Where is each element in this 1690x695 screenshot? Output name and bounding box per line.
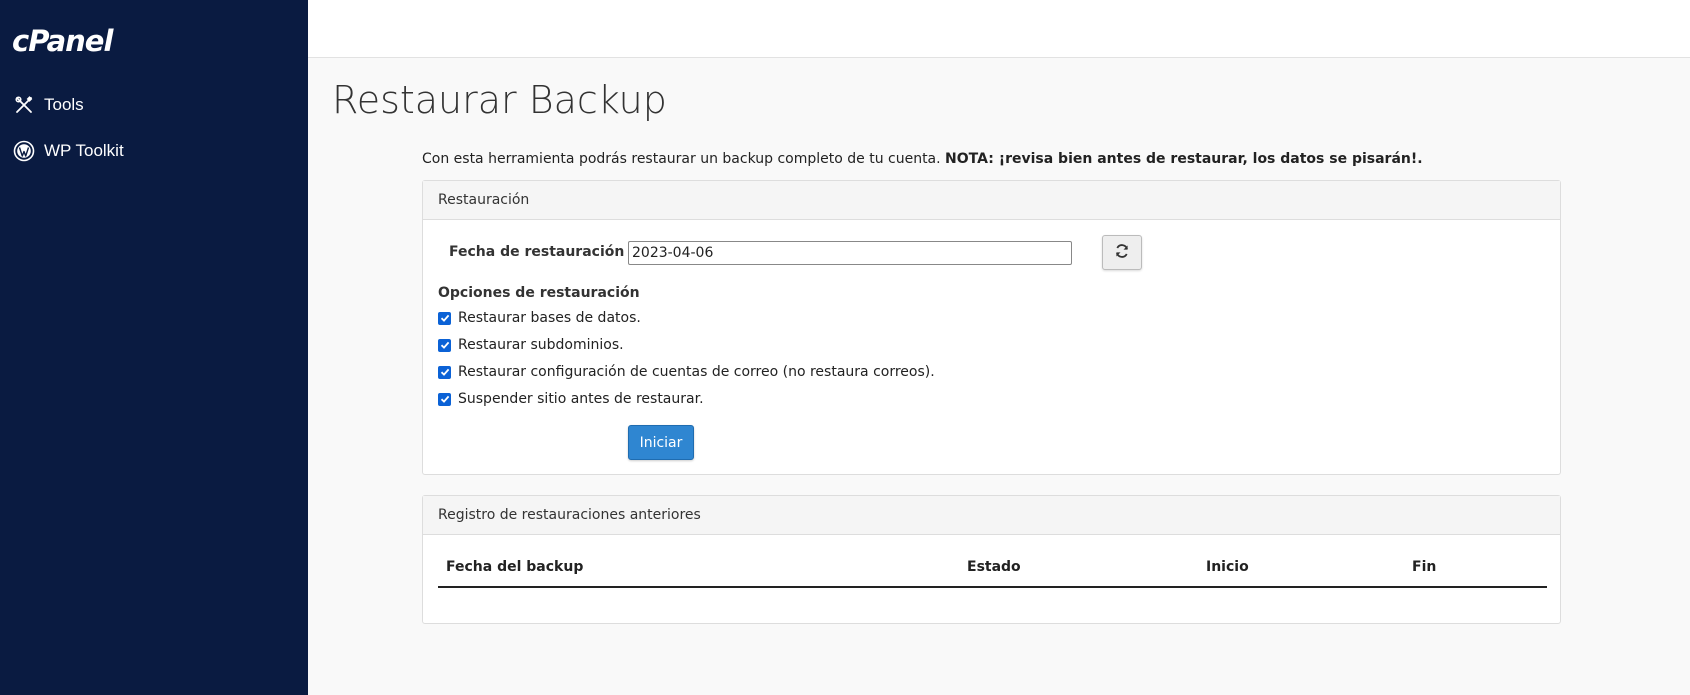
start-button[interactable]: Iniciar	[628, 425, 694, 460]
option-suspend-site[interactable]: Suspender sitio antes de restaurar.	[438, 391, 704, 407]
checkbox-checked[interactable]	[438, 392, 451, 406]
intro-note: NOTA: ¡revisa bien antes de restaurar, l…	[945, 151, 1423, 167]
sidebar-item-label: WP Toolkit	[44, 141, 124, 160]
tools-icon	[12, 93, 36, 117]
refresh-button[interactable]	[1102, 235, 1142, 270]
history-panel-heading: Registro de restauraciones anteriores	[423, 496, 1560, 535]
column-header-status: Estado	[967, 559, 1021, 575]
column-header-end: Fin	[1412, 559, 1437, 575]
table-header-divider	[438, 586, 1547, 588]
option-restore-subdomains[interactable]: Restaurar subdominios.	[438, 337, 624, 353]
restore-options-title: Opciones de restauración	[438, 285, 640, 301]
intro-description: Con esta herramienta podrás restaurar un…	[422, 151, 941, 167]
checkbox-checked[interactable]	[438, 365, 451, 379]
restore-panel: Restauración Fecha de restauración Opcio…	[422, 180, 1561, 475]
history-panel: Registro de restauraciones anteriores Fe…	[422, 495, 1561, 624]
wordpress-icon	[12, 139, 36, 163]
column-header-start: Inicio	[1206, 559, 1249, 575]
option-label: Restaurar bases de datos.	[458, 310, 641, 326]
checkbox-checked[interactable]	[438, 311, 451, 325]
option-restore-email-config[interactable]: Restaurar configuración de cuentas de co…	[438, 364, 935, 380]
restore-date-label: Fecha de restauración	[449, 244, 625, 260]
restore-panel-heading: Restauración	[423, 181, 1560, 220]
sidebar-item-tools[interactable]: Tools	[12, 93, 84, 117]
sidebar: cPanel Tools WP Toolkit	[0, 0, 308, 695]
intro-text: Con esta herramienta podrás restaurar un…	[422, 151, 1423, 167]
option-label: Suspender sitio antes de restaurar.	[458, 391, 704, 407]
refresh-icon	[1114, 243, 1130, 263]
option-label: Restaurar configuración de cuentas de co…	[458, 364, 935, 380]
option-label: Restaurar subdominios.	[458, 337, 624, 353]
restore-date-input[interactable]	[628, 241, 1072, 265]
top-header-bar	[308, 0, 1690, 58]
page-title: Restaurar Backup	[332, 78, 667, 122]
checkbox-checked[interactable]	[438, 338, 451, 352]
sidebar-item-label: Tools	[44, 95, 84, 114]
sidebar-item-wp-toolkit[interactable]: WP Toolkit	[12, 139, 124, 163]
option-restore-databases[interactable]: Restaurar bases de datos.	[438, 310, 641, 326]
column-header-backup-date: Fecha del backup	[446, 559, 584, 575]
cpanel-logo[interactable]: cPanel	[12, 24, 113, 58]
